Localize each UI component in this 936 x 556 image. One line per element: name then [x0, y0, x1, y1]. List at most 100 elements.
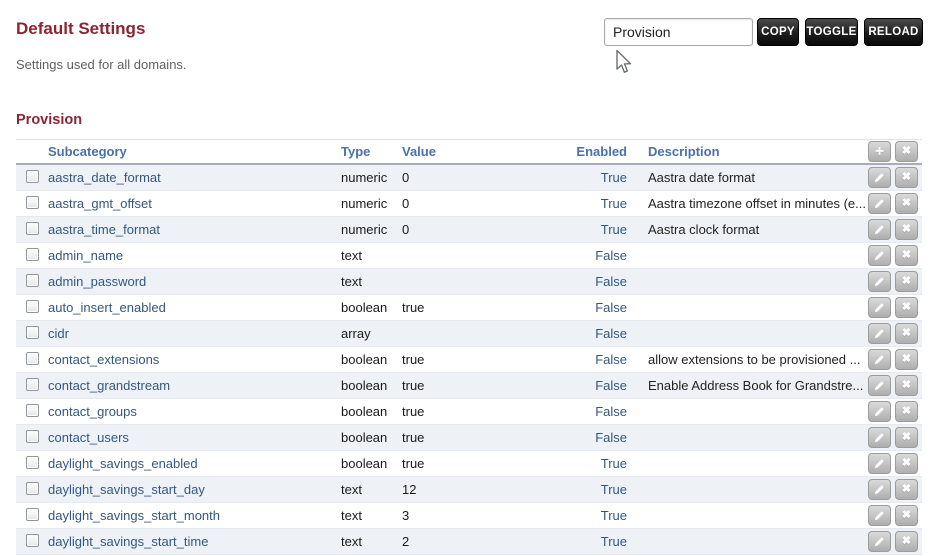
toggle-button[interactable]: TOGGLE: [805, 18, 858, 46]
edit-button[interactable]: [868, 479, 891, 500]
row-checkbox[interactable]: [26, 221, 39, 235]
type-cell: text: [341, 274, 362, 289]
edit-button[interactable]: [868, 375, 891, 396]
type-cell: boolean: [341, 456, 388, 471]
value-cell: 0: [402, 170, 410, 185]
value-cell: 0: [402, 196, 410, 211]
subcategory-link[interactable]: aastra_time_format: [48, 222, 160, 237]
subcategory-link[interactable]: aastra_gmt_offset: [48, 196, 152, 211]
edit-button[interactable]: [868, 167, 891, 188]
subcategory-link[interactable]: contact_grandstream: [48, 378, 170, 393]
add-button[interactable]: +: [868, 141, 891, 162]
delete-button[interactable]: ✖: [895, 219, 918, 240]
delete-button[interactable]: ✖: [895, 193, 918, 214]
delete-all-button[interactable]: ✖: [895, 141, 918, 162]
delete-button[interactable]: ✖: [895, 531, 918, 552]
row-checkbox[interactable]: [26, 351, 39, 365]
edit-button[interactable]: [868, 505, 891, 526]
enabled-link[interactable]: False: [595, 430, 627, 445]
pencil-icon: [873, 249, 886, 262]
type-cell: boolean: [341, 430, 388, 445]
enabled-link[interactable]: True: [601, 534, 627, 549]
row-checkbox[interactable]: [26, 195, 39, 209]
subcategory-link[interactable]: contact_groups: [48, 404, 137, 419]
subcategory-link[interactable]: cidr: [48, 326, 69, 341]
table-row: aastra_gmt_offset numeric 0 True Aastra …: [16, 191, 922, 217]
subcategory-link[interactable]: daylight_savings_start_day: [48, 482, 205, 497]
row-checkbox[interactable]: [26, 403, 39, 417]
delete-button[interactable]: ✖: [895, 167, 918, 188]
enabled-link[interactable]: True: [601, 170, 627, 185]
pencil-icon: [873, 405, 886, 418]
edit-button[interactable]: [868, 271, 891, 292]
header-actions: + ✖: [866, 141, 922, 162]
subcategory-link[interactable]: contact_extensions: [48, 352, 159, 367]
row-checkbox[interactable]: [26, 247, 39, 261]
delete-button[interactable]: ✖: [895, 505, 918, 526]
enabled-link[interactable]: False: [595, 248, 627, 263]
row-checkbox[interactable]: [26, 455, 39, 469]
enabled-link[interactable]: True: [601, 508, 627, 523]
row-checkbox[interactable]: [26, 169, 39, 183]
type-cell: text: [341, 508, 362, 523]
subcategory-link[interactable]: contact_users: [48, 430, 129, 445]
row-checkbox[interactable]: [26, 481, 39, 495]
delete-button[interactable]: ✖: [895, 297, 918, 318]
enabled-link[interactable]: False: [595, 274, 627, 289]
delete-button[interactable]: ✖: [895, 453, 918, 474]
delete-button[interactable]: ✖: [895, 401, 918, 422]
settings-table: Subcategory Type Value Enabled Descripti…: [16, 139, 922, 555]
enabled-link[interactable]: False: [595, 326, 627, 341]
edit-button[interactable]: [868, 245, 891, 266]
copy-button[interactable]: COPY: [757, 18, 799, 46]
table-row: contact_grandstream boolean true False E…: [16, 373, 922, 399]
type-cell: boolean: [341, 352, 388, 367]
row-checkbox[interactable]: [26, 377, 39, 391]
enabled-link[interactable]: True: [601, 222, 627, 237]
enabled-link[interactable]: False: [595, 378, 627, 393]
edit-button[interactable]: [868, 531, 891, 552]
edit-button[interactable]: [868, 453, 891, 474]
edit-button[interactable]: [868, 219, 891, 240]
subcategory-link[interactable]: daylight_savings_start_time: [48, 534, 208, 549]
edit-button[interactable]: [868, 193, 891, 214]
edit-button[interactable]: [868, 297, 891, 318]
x-icon: ✖: [901, 457, 912, 469]
reload-button[interactable]: RELOAD: [864, 18, 923, 46]
row-checkbox[interactable]: [26, 507, 39, 521]
subcategory-link[interactable]: aastra_date_format: [48, 170, 161, 185]
delete-button[interactable]: ✖: [895, 245, 918, 266]
edit-button[interactable]: [868, 323, 891, 344]
subcategory-link[interactable]: admin_password: [48, 274, 146, 289]
edit-button[interactable]: [868, 349, 891, 370]
search-input[interactable]: [604, 18, 753, 46]
edit-button[interactable]: [868, 401, 891, 422]
enabled-link[interactable]: False: [595, 404, 627, 419]
delete-button[interactable]: ✖: [895, 271, 918, 292]
column-header-description: Description: [648, 144, 720, 159]
edit-button[interactable]: [868, 427, 891, 448]
x-icon: ✖: [901, 431, 912, 443]
enabled-link[interactable]: True: [601, 482, 627, 497]
subcategory-link[interactable]: admin_name: [48, 248, 123, 263]
enabled-link[interactable]: True: [601, 456, 627, 471]
row-checkbox[interactable]: [26, 325, 39, 339]
enabled-link[interactable]: True: [601, 196, 627, 211]
delete-button[interactable]: ✖: [895, 427, 918, 448]
delete-button[interactable]: ✖: [895, 323, 918, 344]
enabled-link[interactable]: False: [595, 352, 627, 367]
page-title: Default Settings: [16, 19, 146, 38]
subcategory-link[interactable]: daylight_savings_enabled: [48, 456, 198, 471]
row-checkbox[interactable]: [26, 273, 39, 287]
subcategory-link[interactable]: daylight_savings_start_month: [48, 508, 220, 523]
enabled-link[interactable]: False: [595, 300, 627, 315]
type-cell: boolean: [341, 378, 388, 393]
row-checkbox[interactable]: [26, 533, 39, 547]
delete-button[interactable]: ✖: [895, 479, 918, 500]
row-checkbox[interactable]: [26, 429, 39, 443]
subcategory-link[interactable]: auto_insert_enabled: [48, 300, 166, 315]
row-checkbox[interactable]: [26, 299, 39, 313]
delete-button[interactable]: ✖: [895, 349, 918, 370]
delete-button[interactable]: ✖: [895, 375, 918, 396]
section-title: Provision: [16, 112, 83, 128]
